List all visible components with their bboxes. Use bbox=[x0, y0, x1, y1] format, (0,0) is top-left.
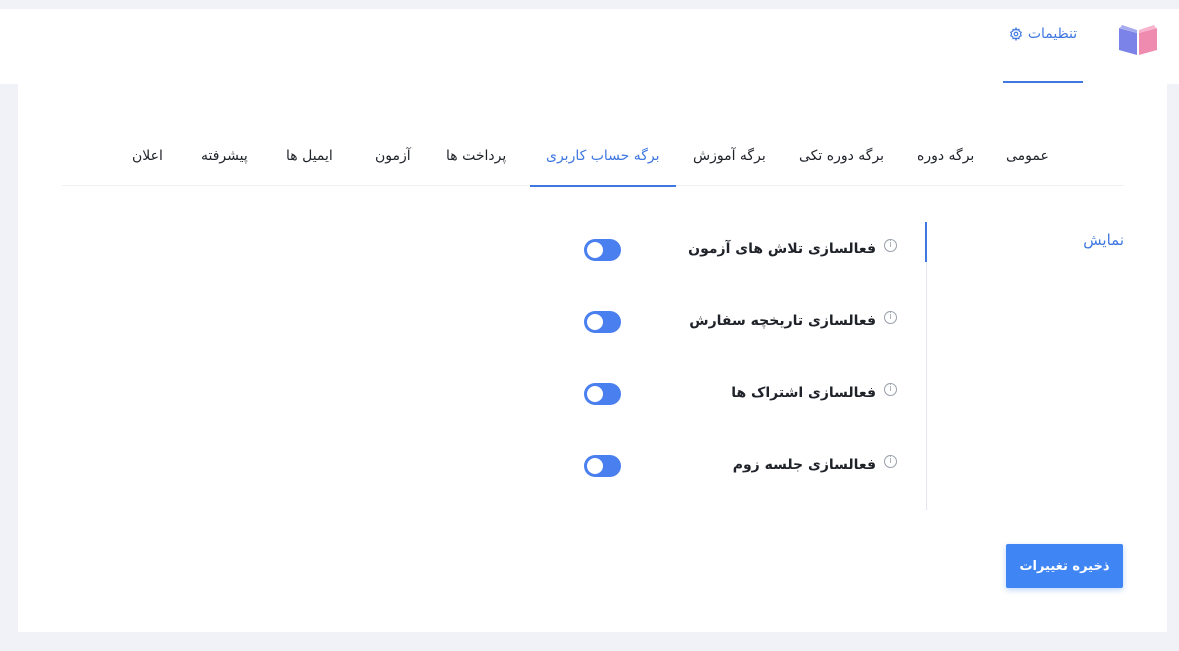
setting-quiz-attempts-label: فعالسازی تلاش های آزمون i bbox=[688, 237, 897, 261]
toggle-knob bbox=[587, 458, 603, 474]
info-icon[interactable]: i bbox=[884, 454, 897, 468]
info-icon[interactable]: i bbox=[884, 310, 897, 324]
info-icon[interactable]: i bbox=[884, 238, 897, 252]
section-active-indicator bbox=[925, 222, 927, 262]
quiz-attempts-toggle[interactable] bbox=[584, 239, 621, 261]
toggle-knob bbox=[587, 314, 603, 330]
tab-single-course-page[interactable]: برگه دوره تکی bbox=[799, 130, 884, 186]
top-bar: تنظیمات bbox=[0, 9, 1179, 84]
setting-label-text: فعالسازی اشتراک ها bbox=[731, 385, 876, 401]
tab-course-page[interactable]: برگه دوره bbox=[917, 130, 974, 186]
save-changes-button[interactable]: ذخیره تغییرات bbox=[1006, 544, 1123, 588]
toggle-knob bbox=[587, 386, 603, 402]
tab-general[interactable]: عمومی bbox=[1006, 130, 1049, 186]
tab-settings-indicator bbox=[1003, 81, 1083, 83]
gear-icon bbox=[1009, 26, 1022, 41]
setting-label-text: فعالسازی تاریخچه سفارش bbox=[689, 313, 876, 329]
tab-emails[interactable]: ایمیل ها bbox=[286, 130, 333, 186]
subscriptions-toggle[interactable] bbox=[584, 383, 621, 405]
setting-label-text: فعالسازی تلاش های آزمون bbox=[688, 241, 876, 257]
section-display[interactable]: نمایش bbox=[1060, 231, 1124, 249]
tab-notifications[interactable]: اعلان bbox=[132, 130, 163, 186]
section-divider bbox=[926, 222, 927, 510]
setting-order-history-label: فعالسازی تاریخچه سفارش i bbox=[689, 309, 897, 333]
setting-label-text: فعالسازی جلسه زوم bbox=[732, 457, 876, 473]
order-history-toggle[interactable] bbox=[584, 311, 621, 333]
tab-lesson-page[interactable]: برگه آموزش bbox=[693, 130, 766, 186]
settings-tabs: عمومی برگه دوره برگه دوره تکی برگه آموزش… bbox=[62, 130, 1124, 187]
tab-user-account-page[interactable]: برگه حساب کاربری bbox=[530, 130, 676, 187]
book-icon[interactable] bbox=[1117, 24, 1159, 56]
toggle-knob bbox=[587, 242, 603, 258]
setting-subscriptions-label: فعالسازی اشتراک ها i bbox=[731, 381, 897, 405]
zoom-meeting-toggle[interactable] bbox=[584, 455, 621, 477]
tab-advanced[interactable]: پیشرفته bbox=[201, 130, 248, 186]
tab-settings[interactable]: تنظیمات bbox=[1003, 9, 1083, 58]
tab-settings-label: تنظیمات bbox=[1027, 25, 1078, 42]
tab-quiz[interactable]: آزمون bbox=[375, 130, 411, 186]
tab-payments[interactable]: پرداخت ها bbox=[446, 130, 506, 186]
setting-zoom-meeting-label: فعالسازی جلسه زوم i bbox=[733, 453, 897, 477]
info-icon[interactable]: i bbox=[884, 382, 897, 396]
